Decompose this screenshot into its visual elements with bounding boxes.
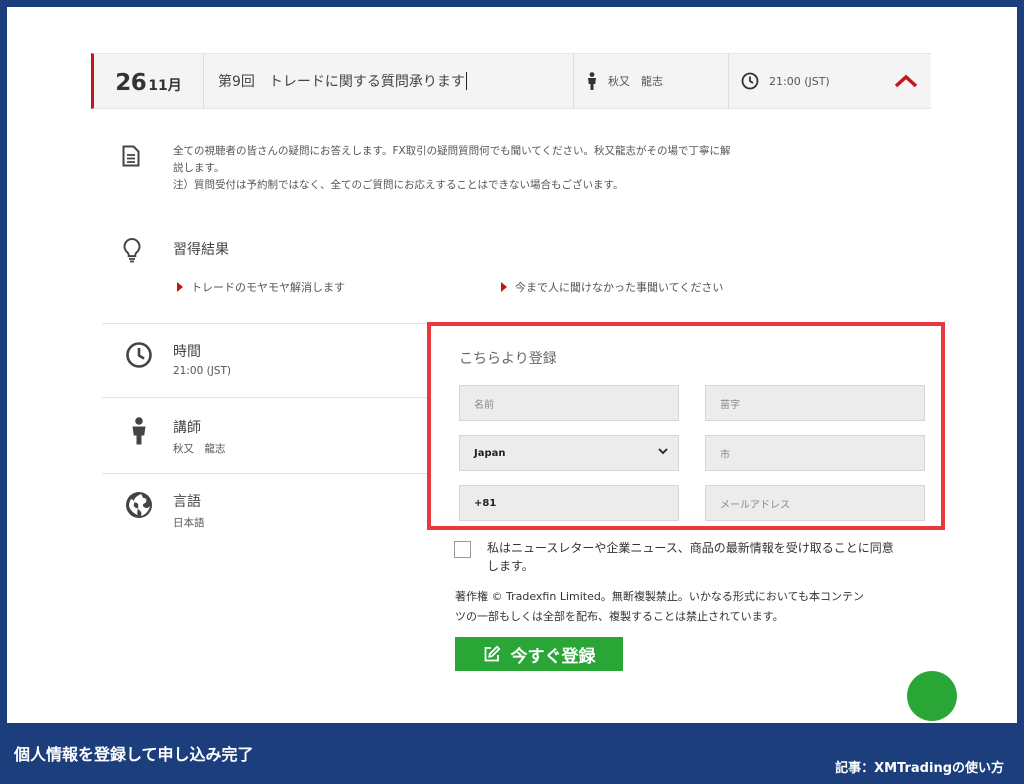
- date-month: 11月: [148, 78, 182, 94]
- email-input[interactable]: メールアドレス: [705, 485, 925, 521]
- header-time-value: 21:00 (JST): [769, 74, 830, 88]
- caption-title: 個人情報を登録して申し込み完了: [14, 745, 254, 764]
- event-title: 第9回 トレードに関する質問承ります: [204, 54, 574, 108]
- clock-icon: [119, 341, 159, 377]
- event-title-text: 第9回 トレードに関する質問承ります: [218, 74, 465, 90]
- last-name-input[interactable]: 苗字: [705, 385, 925, 421]
- outcome-item: トレードのモヤモヤ解消します: [177, 279, 345, 295]
- copyright-notice: 著作権 © Tradexfin Limited。無断複製禁止。いかなる形式におい…: [455, 587, 925, 627]
- newsletter-checkbox[interactable]: [454, 541, 471, 558]
- chevron-down-icon: [658, 448, 668, 455]
- description-line-2: 説します。: [173, 162, 225, 174]
- time-label: 時間: [173, 344, 201, 360]
- language-label: 言語: [173, 494, 201, 510]
- city-input[interactable]: 市: [705, 435, 925, 471]
- registration-form: こちらより登録 名前 苗字 Japan 市 +81 メールアドレス: [427, 322, 945, 530]
- register-now-button[interactable]: 今すぐ登録: [455, 637, 623, 671]
- copyright-line-2: ツの一部もしくは全部を配布、複製することは禁止されています。: [455, 610, 784, 623]
- language-value: 日本語: [173, 517, 205, 529]
- divider: [102, 473, 432, 474]
- collapse-button[interactable]: [893, 70, 919, 92]
- outcome-item-text: トレードのモヤモヤ解消します: [191, 281, 345, 294]
- header-instructor: 秋又 龍志: [574, 54, 729, 108]
- consent-text: 私はニュースレターや企業ニュース、商品の最新情報を受け取ることに同意 します。: [487, 539, 894, 575]
- newsletter-consent: 私はニュースレターや企業ニュース、商品の最新情報を受け取ることに同意 します。: [454, 539, 924, 575]
- outcome-item: 今まで人に聞けなかった事聞いてください: [501, 279, 723, 295]
- event-date: 26 11月: [94, 54, 204, 108]
- event-header[interactable]: 26 11月 第9回 トレードに関する質問承ります 秋又 龍志 21:00 (J…: [91, 53, 931, 109]
- first-name-input[interactable]: 名前: [459, 385, 679, 421]
- header-instructor-name: 秋又 龍志: [608, 75, 663, 88]
- instructor-value: 秋又 龍志: [173, 443, 226, 455]
- form-title: こちらより登録: [459, 351, 557, 367]
- outcomes-title: 習得結果: [173, 242, 229, 258]
- caption-source: 記事：XMTradingの使い方: [835, 761, 1004, 776]
- person-icon: [586, 72, 598, 90]
- description-line-3: 注）質問受付は予約制ではなく、全てのご質問にお応えすることはできない場合もござい…: [173, 179, 624, 191]
- info-time: 時間 21:00 (JST): [119, 341, 231, 377]
- register-button-label: 今すぐ登録: [510, 646, 596, 667]
- lightbulb-icon: [122, 237, 142, 267]
- country-select[interactable]: Japan: [459, 435, 679, 471]
- header-time: 21:00 (JST): [729, 54, 879, 108]
- chevron-up-icon: [894, 74, 918, 88]
- chat-widget-button[interactable]: [907, 671, 957, 721]
- divider: [102, 397, 432, 398]
- document-icon: [122, 145, 140, 171]
- phone-input[interactable]: +81: [459, 485, 679, 521]
- person-icon: [119, 417, 159, 456]
- clock-icon: [741, 72, 759, 90]
- edit-icon: [483, 645, 501, 663]
- date-day: 26: [115, 70, 147, 96]
- instructor-label: 講師: [173, 420, 201, 436]
- info-language: 言語 日本語: [119, 491, 205, 530]
- consent-text-line-2: します。: [487, 559, 534, 573]
- description-line-1: 全ての視聴者の皆さんの疑問にお答えします。FX取引の疑問質問何でも聞いてください…: [173, 145, 731, 157]
- time-value: 21:00 (JST): [173, 365, 231, 377]
- consent-text-line-1: 私はニュースレターや企業ニュース、商品の最新情報を受け取ることに同意: [487, 541, 894, 555]
- bullet-triangle-icon: [501, 282, 507, 292]
- globe-icon: [119, 491, 159, 530]
- bullet-triangle-icon: [177, 282, 183, 292]
- info-instructor: 講師 秋又 龍志: [119, 417, 226, 456]
- copyright-line-1: 著作権 © Tradexfin Limited。無断複製禁止。いかなる形式におい…: [455, 590, 864, 603]
- outcome-item-text: 今まで人に聞けなかった事聞いてください: [515, 281, 724, 294]
- text-cursor: [465, 72, 467, 90]
- country-select-value: Japan: [474, 447, 506, 459]
- screenshot-frame: 26 11月 第9回 トレードに関する質問承ります 秋又 龍志 21:00 (J…: [7, 7, 1017, 723]
- event-description: 全ての視聴者の皆さんの疑問にお答えします。FX取引の疑問質問何でも聞いてください…: [173, 143, 813, 194]
